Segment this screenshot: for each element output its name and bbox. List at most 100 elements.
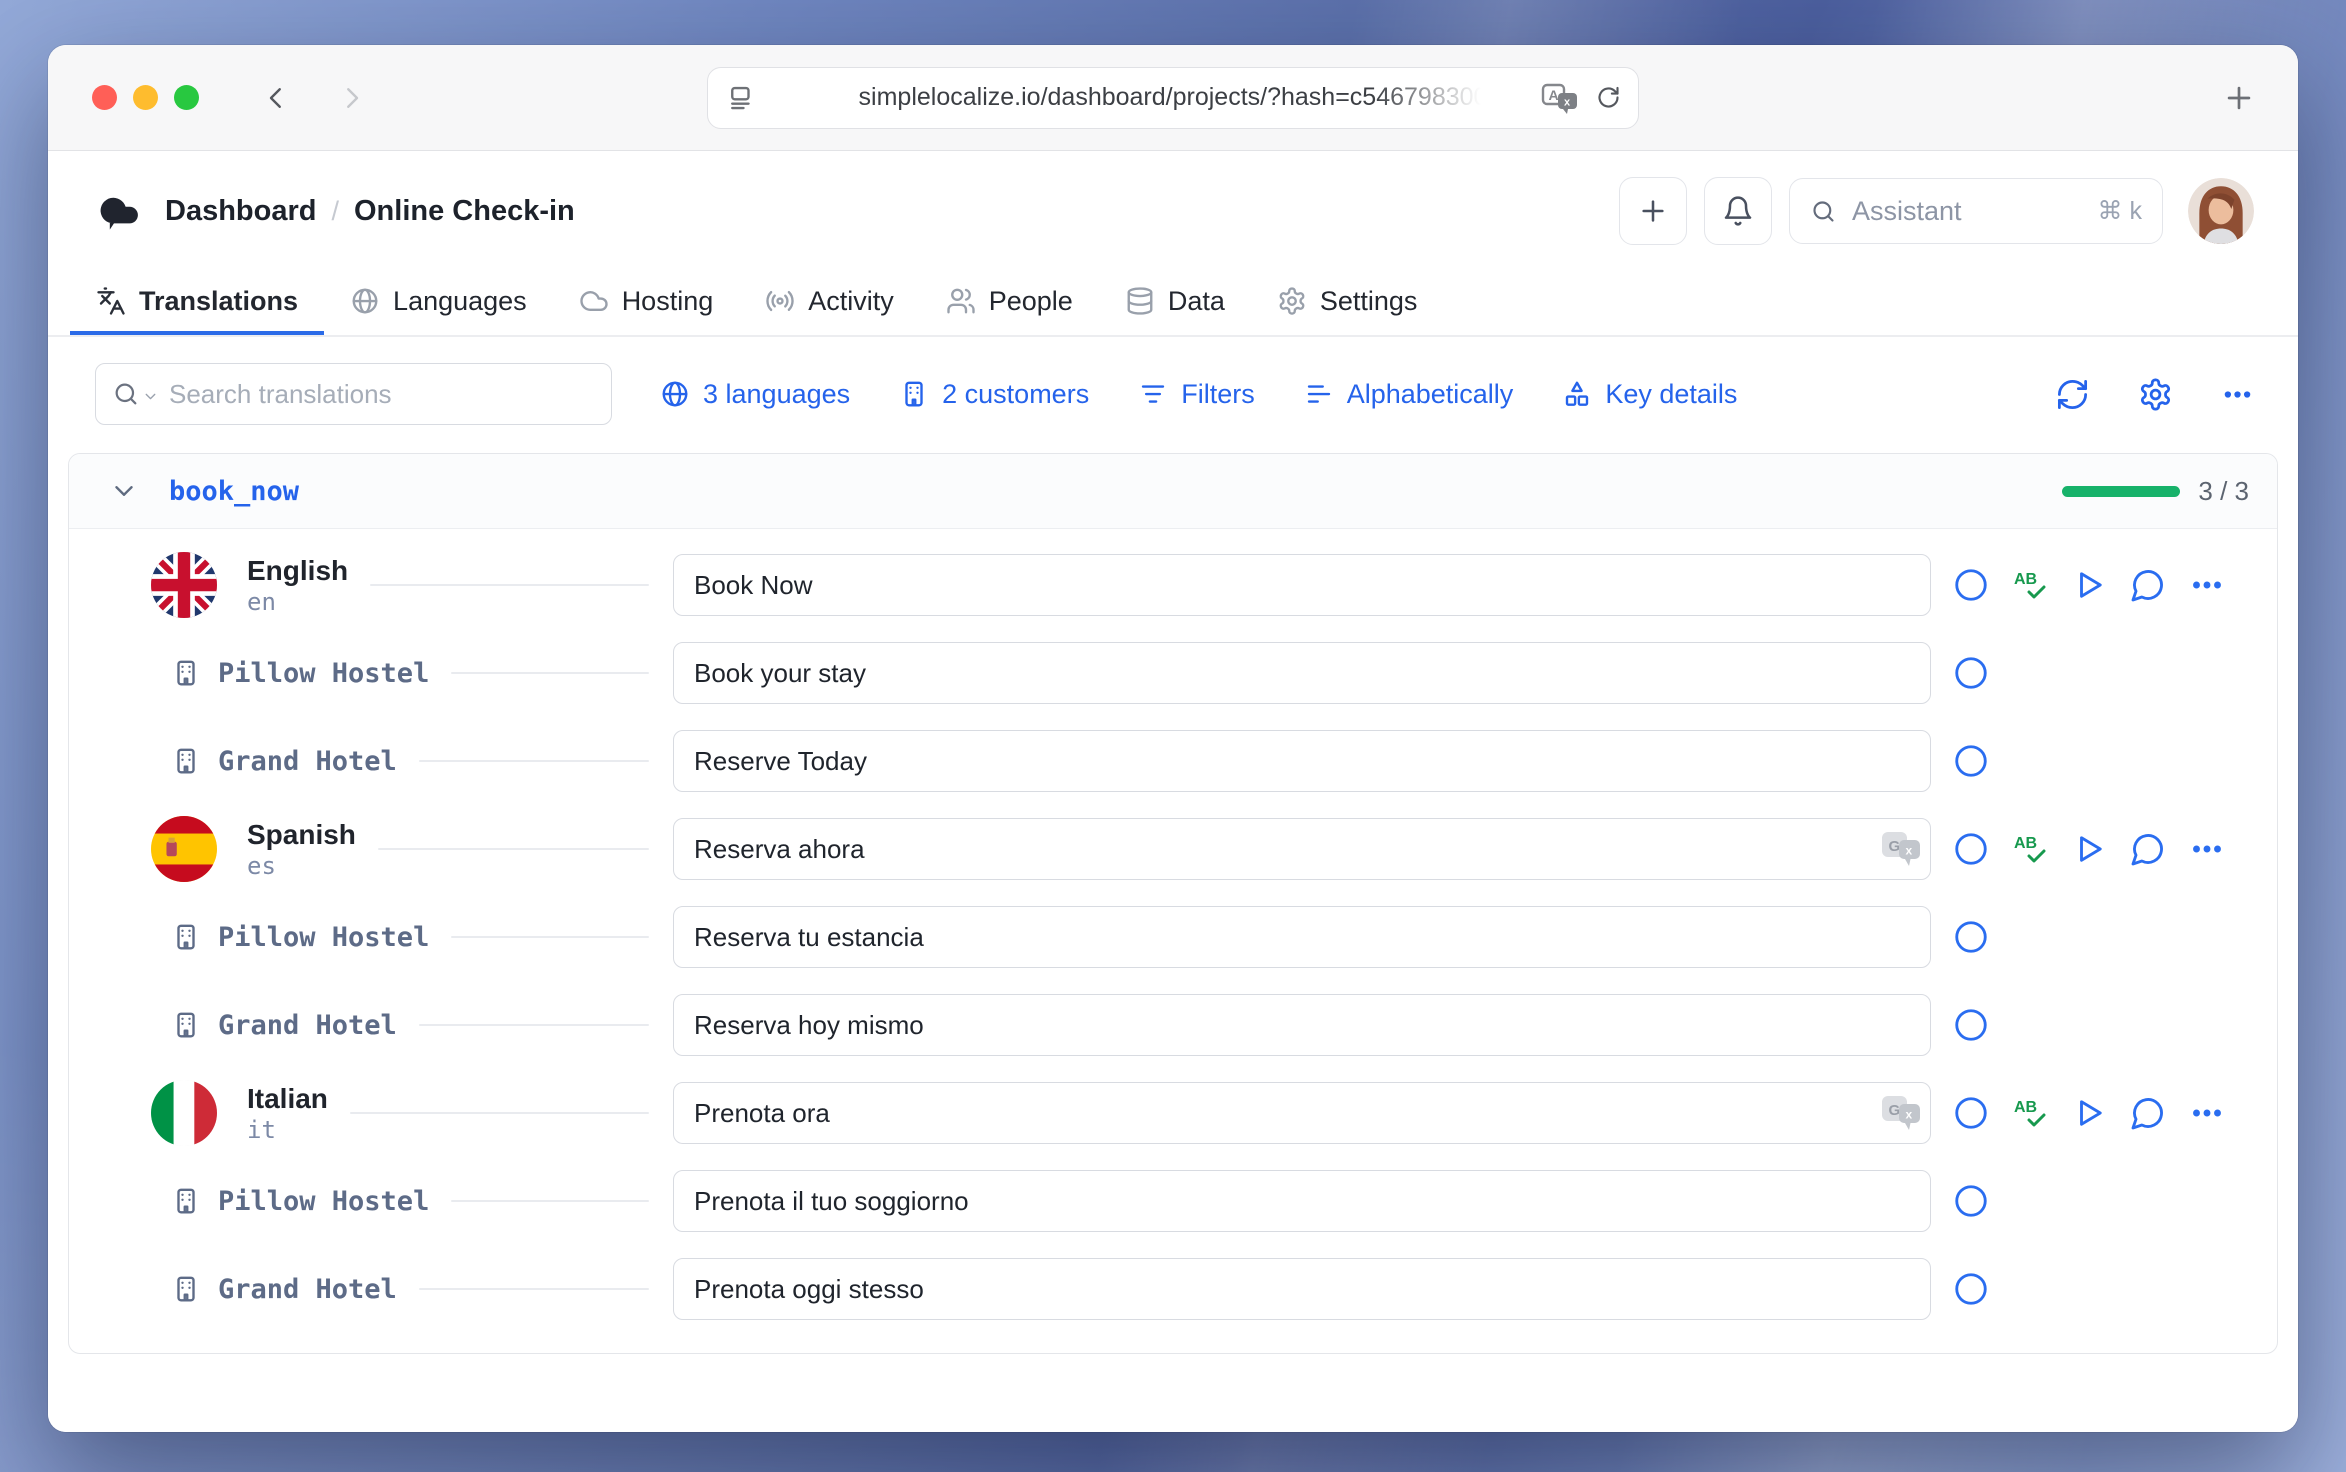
- chevron-down-icon[interactable]: [142, 388, 159, 405]
- tab-translations[interactable]: Translations: [70, 271, 324, 335]
- customer-row-grand-hotel: Grand Hotel: [69, 1245, 2277, 1333]
- translation-key[interactable]: book_now: [169, 476, 299, 507]
- status-circle-icon[interactable]: [1953, 1007, 1989, 1043]
- tab-languages[interactable]: Languages: [324, 271, 553, 335]
- search-icon: [1810, 198, 1837, 225]
- translation-input-spanish[interactable]: [673, 818, 1931, 880]
- filters-button[interactable]: Filters: [1138, 379, 1255, 410]
- customer-name: Pillow Hostel: [218, 1186, 429, 1217]
- building-icon: [171, 746, 201, 776]
- translation-input-pillow-hostel-es[interactable]: [673, 906, 1931, 968]
- gear-icon: [1277, 286, 1307, 316]
- svg-text:AB: AB: [2014, 571, 2037, 588]
- translate-icon[interactable]: A x: [1541, 82, 1579, 114]
- avatar[interactable]: [2188, 178, 2254, 244]
- sort-button[interactable]: Alphabetically: [1304, 379, 1514, 410]
- translation-input-pillow-hostel-en[interactable]: [673, 642, 1931, 704]
- simplelocalize-logo-icon[interactable]: [95, 187, 143, 235]
- url-text: simplelocalize.io/dashboard/projects/?ha…: [859, 83, 1488, 112]
- search-translations-input[interactable]: [167, 378, 595, 411]
- tab-settings[interactable]: Settings: [1251, 271, 1444, 335]
- translation-input-grand-hotel-en[interactable]: [673, 730, 1931, 792]
- more-options-icon[interactable]: [2189, 831, 2225, 867]
- customer-name: Grand Hotel: [218, 1010, 397, 1041]
- close-window-button[interactable]: [92, 85, 117, 110]
- users-icon: [946, 286, 976, 316]
- database-icon: [1125, 286, 1155, 316]
- tab-label: Hosting: [622, 286, 714, 317]
- forward-icon[interactable]: [337, 83, 367, 113]
- tab-data[interactable]: Data: [1099, 271, 1251, 335]
- spellcheck-icon[interactable]: AB: [2012, 567, 2048, 603]
- status-circle-icon[interactable]: [1953, 567, 1989, 603]
- translation-input-grand-hotel-es[interactable]: [673, 994, 1931, 1056]
- bell-icon: [1722, 195, 1754, 227]
- translation-input-italian[interactable]: [673, 1082, 1931, 1144]
- button-label: 3 languages: [703, 379, 850, 410]
- building-icon: [171, 1274, 201, 1304]
- play-icon[interactable]: [2071, 1095, 2107, 1131]
- translation-rows: English en AB: [69, 529, 2277, 1353]
- more-options-icon[interactable]: [2221, 378, 2254, 411]
- plus-icon: [1637, 195, 1669, 227]
- more-options-icon[interactable]: [2189, 1095, 2225, 1131]
- collapse-chevron-icon[interactable]: [109, 476, 139, 506]
- customer-name: Pillow Hostel: [218, 922, 429, 953]
- sort-icon: [1304, 379, 1334, 409]
- language-row-spanish: Spanish es G: [69, 805, 2277, 893]
- customer-row-grand-hotel: Grand Hotel: [69, 717, 2277, 805]
- search-translations-box[interactable]: [95, 363, 612, 425]
- status-circle-icon[interactable]: [1953, 743, 1989, 779]
- new-tab-icon[interactable]: [2222, 81, 2256, 115]
- status-circle-icon[interactable]: [1953, 1095, 1989, 1131]
- assistant-search[interactable]: Assistant ⌘ k: [1789, 178, 2163, 244]
- comments-icon[interactable]: [2130, 567, 2166, 603]
- play-icon[interactable]: [2071, 831, 2107, 867]
- desktop-background: simplelocalize.io/dashboard/projects/?ha…: [0, 0, 2346, 1472]
- translation-input-english[interactable]: [673, 554, 1931, 616]
- svg-text:x: x: [1906, 844, 1913, 858]
- comments-icon[interactable]: [2130, 831, 2166, 867]
- status-circle-icon[interactable]: [1953, 831, 1989, 867]
- building-icon: [171, 658, 201, 688]
- breadcrumb-app[interactable]: Dashboard: [165, 195, 316, 228]
- building-icon: [171, 922, 201, 952]
- breadcrumb-separator: /: [331, 196, 339, 227]
- status-circle-icon[interactable]: [1953, 1271, 1989, 1307]
- customers-filter-button[interactable]: 2 customers: [899, 379, 1089, 410]
- comments-icon[interactable]: [2130, 1095, 2166, 1131]
- tab-people[interactable]: People: [920, 271, 1099, 335]
- minimize-window-button[interactable]: [133, 85, 158, 110]
- tab-label: People: [989, 286, 1073, 317]
- google-translate-badge-icon: G x: [1880, 1092, 1922, 1134]
- spellcheck-icon[interactable]: AB: [2012, 831, 2048, 867]
- back-icon[interactable]: [261, 83, 291, 113]
- status-circle-icon[interactable]: [1953, 655, 1989, 691]
- more-options-icon[interactable]: [2189, 567, 2225, 603]
- tab-label: Activity: [808, 286, 894, 317]
- status-circle-icon[interactable]: [1953, 919, 1989, 955]
- languages-filter-button[interactable]: 3 languages: [660, 379, 850, 410]
- radio-icon: [765, 286, 795, 316]
- translation-input-pillow-hostel-it[interactable]: [673, 1170, 1931, 1232]
- language-name: English: [247, 554, 348, 588]
- refresh-icon[interactable]: [2055, 377, 2090, 412]
- add-button[interactable]: [1619, 177, 1687, 245]
- button-label: Key details: [1605, 379, 1737, 410]
- breadcrumb-project[interactable]: Online Check-in: [354, 195, 575, 228]
- translation-input-grand-hotel-it[interactable]: [673, 1258, 1931, 1320]
- tab-activity[interactable]: Activity: [739, 271, 920, 335]
- play-icon[interactable]: [2071, 567, 2107, 603]
- zoom-window-button[interactable]: [174, 85, 199, 110]
- status-circle-icon[interactable]: [1953, 1183, 1989, 1219]
- notifications-button[interactable]: [1704, 177, 1772, 245]
- reader-icon[interactable]: [726, 83, 756, 113]
- customer-name: Grand Hotel: [218, 1274, 397, 1305]
- svg-text:A: A: [1549, 87, 1559, 103]
- url-bar[interactable]: simplelocalize.io/dashboard/projects/?ha…: [707, 67, 1639, 129]
- spellcheck-icon[interactable]: AB: [2012, 1095, 2048, 1131]
- key-details-button[interactable]: Key details: [1562, 379, 1737, 410]
- tab-hosting[interactable]: Hosting: [553, 271, 740, 335]
- reload-icon[interactable]: [1595, 84, 1622, 111]
- gear-icon[interactable]: [2138, 377, 2173, 412]
